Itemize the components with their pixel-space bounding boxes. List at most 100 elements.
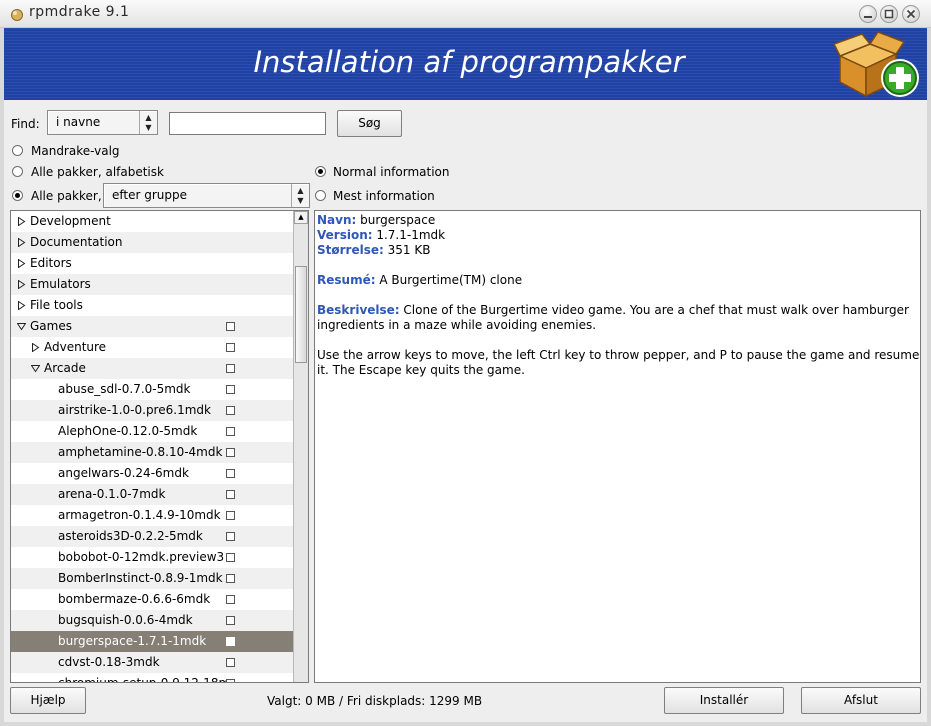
expander-closed-icon[interactable] [31,343,40,352]
help-button[interactable]: Hjælp [10,687,86,714]
tree-row[interactable]: bugsquish-0.0.6-4mdk [11,610,293,631]
info-description-line3: Use the arrow keys to move, the left Ctr… [317,348,920,362]
search-mode-value: i navne [56,115,101,129]
tree-row-label: abuse_sdl-0.7.0-5mdk [58,382,191,396]
info-description-line4: it. The Escape key quits the game. [317,363,525,377]
package-checkbox[interactable] [226,679,235,682]
close-button[interactable] [902,5,920,23]
tree-row-label: burgerspace-1.7.1-1mdk [58,634,207,648]
tree-row[interactable]: bobobot-0-12mdk.preview3 [11,547,293,568]
info-size-value: 351 KB [383,243,431,257]
radio-normal-info[interactable] [315,166,326,177]
expander-closed-icon[interactable] [17,217,26,226]
tree-row[interactable]: bombermaze-0.6.6-6mdk [11,589,293,610]
package-checkbox[interactable] [226,553,235,562]
tree-row[interactable]: Editors [11,253,293,274]
scroll-thumb[interactable] [295,266,307,363]
tree-row[interactable]: arena-0.1.0-7mdk [11,484,293,505]
spin-arrows-icon: ▲ ▼ [291,184,309,207]
tree-row-selected[interactable]: burgerspace-1.7.1-1mdk [11,631,293,652]
expander-closed-icon[interactable] [17,280,26,289]
package-checkbox[interactable] [226,448,235,457]
tree-row[interactable]: Documentation [11,232,293,253]
radio-mandrake-label[interactable]: Mandrake-valg [31,144,120,158]
radio-normal-info-label[interactable]: Normal information [333,165,450,179]
tree-row[interactable]: Arcade [11,358,293,379]
package-info-pane[interactable]: Navn: burgerspace Version: 1.7.1-1mdk St… [314,210,921,683]
quit-button[interactable]: Afslut [801,687,921,714]
package-checkbox[interactable] [226,427,235,436]
tree-row[interactable]: chromium-setup-0.9.12-18m [11,673,293,682]
info-version-value: 1.7.1-1mdk [372,228,446,242]
package-checkbox[interactable] [226,574,235,583]
package-tree[interactable]: Development Documentation Editors Emulators… [10,210,309,683]
package-checkbox[interactable] [226,385,235,394]
group-by-select[interactable]: efter gruppe ▲ ▼ [103,183,310,208]
search-button[interactable]: Søg [337,110,402,137]
radio-most-info-label[interactable]: Mest information [333,189,435,203]
info-summary-key: Resumé: [317,273,376,287]
package-checkbox[interactable] [226,322,235,331]
package-checkbox[interactable] [226,637,235,646]
tree-row[interactable]: cdvst-0.18-3mdk [11,652,293,673]
tree-row-label: bombermaze-0.6.6-6mdk [58,592,211,606]
tree-row[interactable]: File tools [11,295,293,316]
radio-alphabetic-label[interactable]: Alle pakker, alfabetisk [31,165,164,179]
tree-row[interactable]: Games [11,316,293,337]
tree-row-label: File tools [30,298,83,312]
tree-row-label: Games [30,319,72,333]
radio-by-group-label[interactable]: Alle pakker, [31,189,102,203]
package-checkbox[interactable] [226,595,235,604]
expander-closed-icon[interactable] [17,301,26,310]
package-checkbox[interactable] [226,532,235,541]
tree-row[interactable]: AlephOne-0.12.0-5mdk [11,421,293,442]
radio-by-group[interactable] [12,190,23,201]
expander-open-icon[interactable] [31,364,40,373]
tree-row[interactable]: airstrike-1.0-0.pre6.1mdk [11,400,293,421]
package-checkbox[interactable] [226,343,235,352]
package-checkbox[interactable] [226,469,235,478]
tree-row[interactable]: asteroids3D-0.2.2-5mdk [11,526,293,547]
tree-scrollbar[interactable]: ▲ [293,211,308,682]
info-summary-value: A Burgertime(TM) clone [375,273,523,287]
search-input[interactable] [169,112,326,135]
install-button[interactable]: Installér [664,687,784,714]
tree-row-label: AlephOne-0.12.0-5mdk [58,424,198,438]
rpmdrake-icon [11,9,23,21]
package-checkbox[interactable] [226,616,235,625]
title-bar[interactable]: rpmdrake 9.1 [0,0,931,28]
tree-row[interactable]: Adventure [11,337,293,358]
expander-closed-icon[interactable] [17,238,26,247]
tree-row[interactable]: armagetron-0.1.4.9-10mdk [11,505,293,526]
search-mode-select[interactable]: i navne ▲ ▼ [47,110,158,135]
radio-alphabetic[interactable] [12,166,23,177]
package-checkbox[interactable] [226,490,235,499]
tree-row[interactable]: Emulators [11,274,293,295]
tree-row[interactable]: BomberInstinct-0.8.9-1mdk [11,568,293,589]
expander-open-icon[interactable] [17,322,26,331]
tree-row-label: armagetron-0.1.4.9-10mdk [58,508,221,522]
minimize-button[interactable] [859,5,877,23]
tree-row-label: asteroids3D-0.2.2-5mdk [58,529,203,543]
package-checkbox[interactable] [226,658,235,667]
group-by-value: efter gruppe [112,188,188,202]
expander-closed-icon[interactable] [17,259,26,268]
tree-row-label: bugsquish-0.0.6-4mdk [58,613,193,627]
tree-row[interactable]: amphetamine-0.8.10-4mdk [11,442,293,463]
package-checkbox[interactable] [226,511,235,520]
package-checkbox[interactable] [226,406,235,415]
info-description-line2: ingredients in a maze while avoiding ene… [317,318,597,332]
scroll-up-arrow-icon[interactable]: ▲ [294,211,308,224]
radio-mandrake[interactable] [12,145,23,156]
package-checkbox[interactable] [226,364,235,373]
tree-row[interactable]: angelwars-0.24-6mdk [11,463,293,484]
window-title: rpmdrake 9.1 [29,4,130,20]
maximize-button[interactable] [880,5,898,23]
info-name-value: burgerspace [356,213,436,227]
tree-row-label: amphetamine-0.8.10-4mdk [58,445,223,459]
tree-row[interactable]: abuse_sdl-0.7.0-5mdk [11,379,293,400]
radio-most-info[interactable] [315,190,326,201]
tree-row-label: arena-0.1.0-7mdk [58,487,166,501]
tree-row-label: BomberInstinct-0.8.9-1mdk [58,571,223,585]
tree-row[interactable]: Development [11,211,293,232]
